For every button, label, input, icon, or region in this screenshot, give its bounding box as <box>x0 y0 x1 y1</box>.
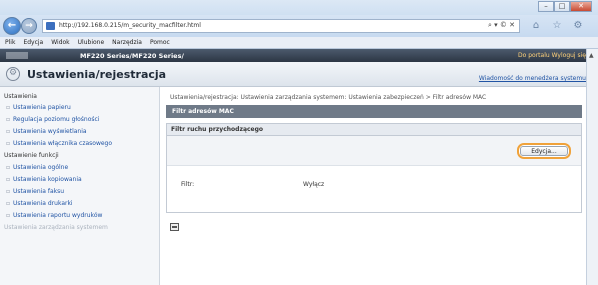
sidebar-section-function: Ustawienie funkcji <box>4 152 59 159</box>
menu-narzedzia[interactable]: Narzędzia <box>112 39 142 46</box>
brand-logo <box>6 52 28 59</box>
maximize-button[interactable]: □ <box>554 1 570 12</box>
sidebar-item-general[interactable]: Ustawienia ogólne <box>6 164 68 171</box>
close-window-button[interactable]: ✕ <box>570 1 592 12</box>
filter-value: Wyłącz <box>303 181 325 188</box>
web-page: MF220 Series/MF220 Series/ Do portalu Wy… <box>0 49 586 285</box>
breadcrumb: Ustawienia/rejestracja: Ustawienia zarzą… <box>170 94 487 101</box>
window-controls: – □ ✕ <box>538 1 592 12</box>
sidebar-item-system-management[interactable]: Ustawienia zarządzania systemem <box>4 224 108 231</box>
sidebar: Ustawienia Ustawienia papieru Regulacja … <box>0 87 160 285</box>
sidebar-item-copy[interactable]: Ustawienia kopiowania <box>6 176 82 183</box>
sidebar-item-paper[interactable]: Ustawienia papieru <box>6 104 71 111</box>
section-title: Filtr adresów MAC <box>166 105 582 118</box>
sidebar-item-fax[interactable]: Ustawienia faksu <box>6 188 64 195</box>
device-model: MF220 Series/MF220 Series/ <box>80 52 184 60</box>
logout-link[interactable]: Wyloguj się <box>552 52 586 59</box>
minimize-button[interactable]: – <box>538 1 554 12</box>
page-header: MF220 Series/MF220 Series/ Do portalu Wy… <box>0 49 586 62</box>
tools-gear-icon[interactable]: ⚙ <box>570 19 586 33</box>
menu-plik[interactable]: Plik <box>5 39 15 46</box>
address-row: ← → http://192.168.0.215/m_security_macf… <box>0 15 598 37</box>
address-bar[interactable]: http://192.168.0.215/m_security_macfilte… <box>42 19 520 33</box>
vertical-scrollbar[interactable]: ▲ <box>586 49 598 285</box>
sidebar-item-display[interactable]: Ustawienia wyświetlania <box>6 128 87 135</box>
menu-edycja[interactable]: Edycja <box>23 39 43 46</box>
panel-actions: Edycja... <box>167 136 581 166</box>
url-text[interactable]: http://192.168.0.215/m_security_macfilte… <box>59 22 201 29</box>
panel-title: Filtr ruchu przychodzącego <box>167 124 581 136</box>
portal-link[interactable]: Do portalu <box>518 52 550 59</box>
sidebar-item-timer[interactable]: Ustawienia włącznika czasowego <box>6 140 112 147</box>
title-row: ⚙ Ustawienia/rejestracja Wiadomość do me… <box>0 62 586 87</box>
sidebar-item-volume[interactable]: Regulacja poziomu głośności <box>6 116 99 123</box>
incoming-filter-panel: Filtr ruchu przychodzącego Edycja... Fil… <box>166 123 582 213</box>
menu-ulubione[interactable]: Ulubione <box>78 39 105 46</box>
menu-pomoc[interactable]: Pomoc <box>150 39 170 46</box>
sidebar-item-report[interactable]: Ustawienia raportu wydruków <box>6 212 102 219</box>
sidebar-item-printer[interactable]: Ustawienia drukarki <box>6 200 73 207</box>
menu-widok[interactable]: Widok <box>51 39 69 46</box>
favorites-icon[interactable]: ☆ <box>549 19 565 33</box>
scroll-up-arrow-icon[interactable]: ▲ <box>589 52 594 59</box>
print-icon[interactable] <box>170 223 179 231</box>
header-links: Do portalu Wyloguj się <box>518 52 586 59</box>
edit-button-highlight: Edycja... <box>517 143 571 159</box>
back-arrow-icon[interactable]: ← <box>3 17 21 35</box>
sidebar-heading: Ustawienia <box>4 93 37 100</box>
admin-message-link[interactable]: Wiadomość do menedżera systemu <box>479 75 586 82</box>
page-title: Ustawienia/rejestracja <box>27 68 167 81</box>
forward-arrow-icon[interactable]: → <box>21 18 37 34</box>
edit-button[interactable]: Edycja... <box>520 146 568 156</box>
settings-gear-icon: ⚙ <box>6 67 20 81</box>
browser-menu-bar: Plik Edycja Widok Ulubione Narzędzia Pom… <box>0 37 598 49</box>
address-tools[interactable]: ⌕ ▾ © ✕ <box>488 21 515 30</box>
home-icon[interactable]: ⌂ <box>528 19 544 33</box>
filter-label: Filtr: <box>181 181 195 188</box>
page-favicon-icon <box>46 22 55 30</box>
browser-toolbar-icons: ⌂ ☆ ⚙ <box>528 19 586 33</box>
browser-title-bar: – □ ✕ <box>0 0 598 15</box>
